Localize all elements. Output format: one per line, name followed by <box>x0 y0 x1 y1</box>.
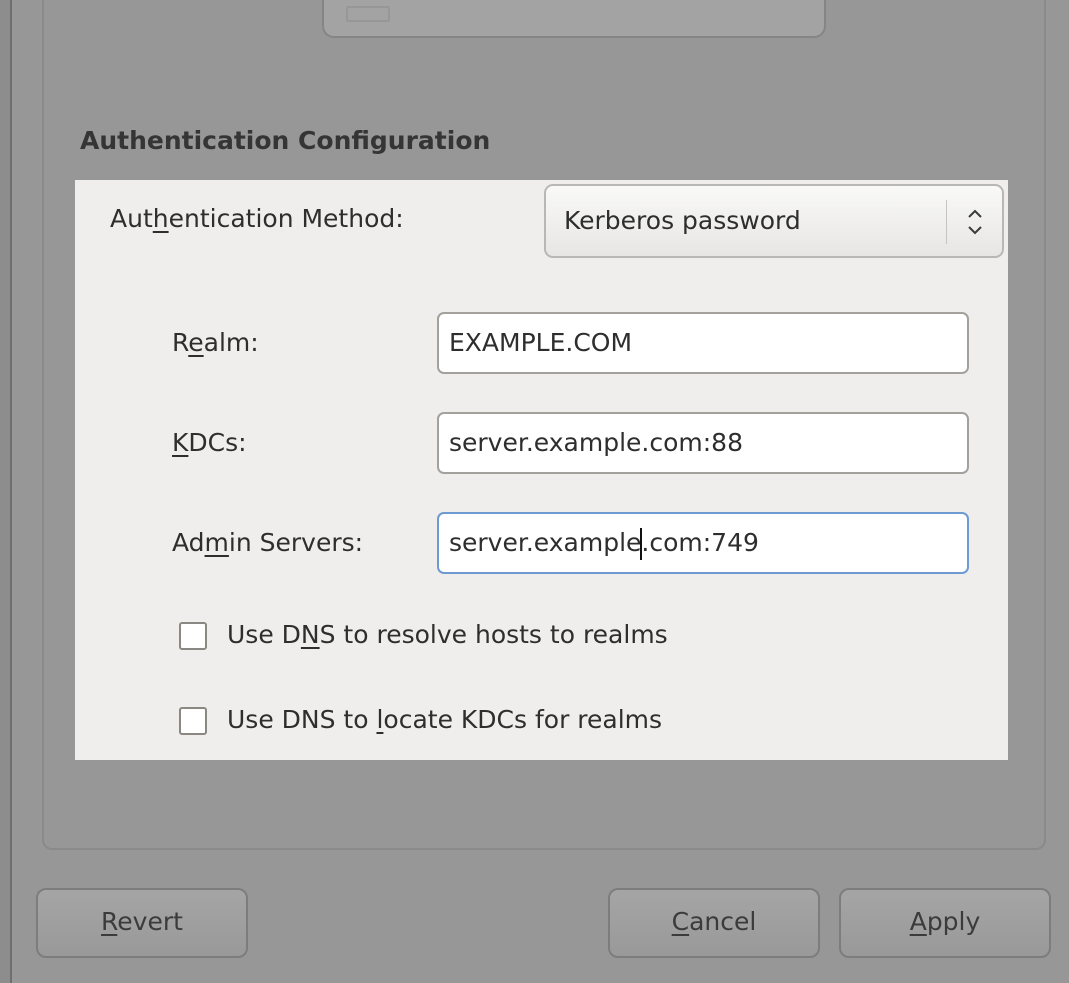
dns-kdcs-label: Use DNS to locate KDCs for realms <box>227 705 663 734</box>
admin-servers-input[interactable]: server.example.com:749 <box>437 512 969 574</box>
realm-input[interactable]: EXAMPLE.COM <box>437 312 969 374</box>
dns-hosts-checkbox[interactable] <box>179 622 207 650</box>
combobox-separator <box>946 200 947 244</box>
dimmed-top-widget <box>322 0 826 38</box>
authentication-panel: Authentication Method: Kerberos password… <box>75 180 1008 760</box>
revert-button[interactable]: Revert <box>36 888 248 958</box>
auth-method-selected: Kerberos password <box>564 206 801 235</box>
apply-button[interactable]: Apply <box>839 888 1051 958</box>
auth-method-combobox[interactable]: Kerberos password <box>544 184 1004 258</box>
kdcs-label: KDCs: <box>172 428 247 457</box>
auth-method-label: Authentication Method: <box>110 204 404 233</box>
section-title: Authentication Configuration <box>80 126 491 155</box>
dimmed-widget-icon <box>346 6 390 22</box>
window-edge <box>0 0 12 983</box>
admin-servers-label: Admin Servers: <box>172 528 364 557</box>
up-down-chevron-icon <box>968 209 982 235</box>
cancel-button[interactable]: Cancel <box>608 888 820 958</box>
dns-hosts-label: Use DNS to resolve hosts to realms <box>227 620 668 649</box>
kdcs-input[interactable]: server.example.com:88 <box>437 412 969 474</box>
dns-kdcs-checkbox[interactable] <box>179 707 207 735</box>
realm-label: Realm: <box>172 328 259 357</box>
